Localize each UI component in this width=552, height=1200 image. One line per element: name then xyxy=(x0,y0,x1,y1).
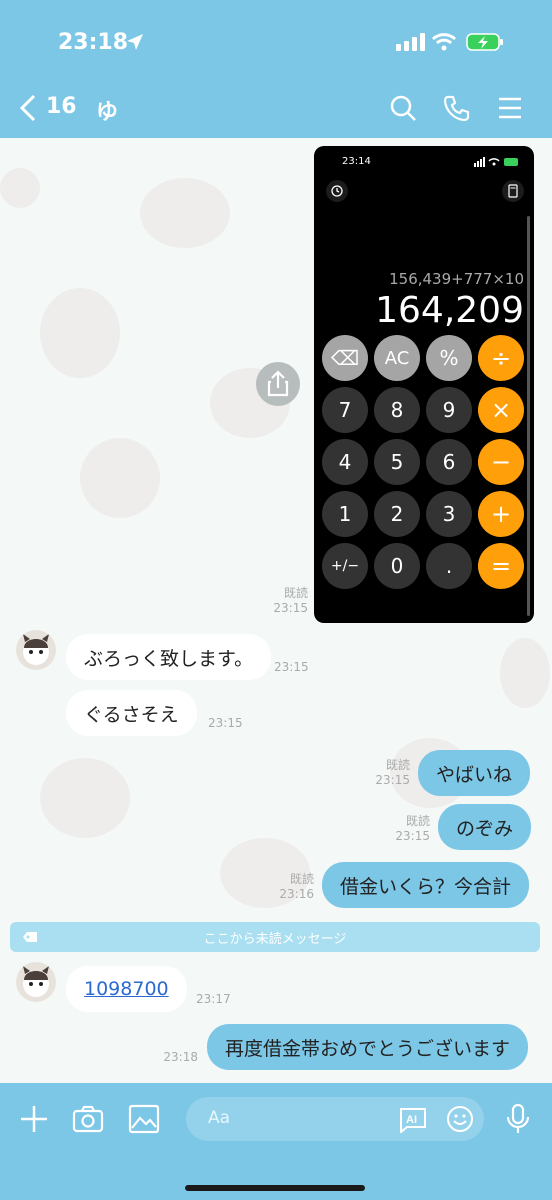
calc-status-icons xyxy=(474,157,518,167)
calc-key-5: 5 xyxy=(374,439,420,485)
calc-key-plus: + xyxy=(478,491,524,537)
unread-count[interactable]: 16 xyxy=(46,94,77,119)
search-icon[interactable] xyxy=(389,94,417,122)
history-icon xyxy=(326,180,348,202)
calc-key-plus-minus: +/− xyxy=(322,543,368,589)
calculator-icon xyxy=(502,180,524,202)
calc-read-status: 既読 23:15 xyxy=(273,586,308,615)
calculator-screenshot-image[interactable]: 23:14 156,439+777×10 164,209 ⌫ AC % ÷ 7 … xyxy=(314,146,534,623)
calc-key-divide: ÷ xyxy=(478,335,524,381)
back-chevron-icon[interactable] xyxy=(18,94,38,122)
message-text: ぐるさそえ xyxy=(84,703,179,726)
message-time: 23:18 xyxy=(163,1050,198,1064)
microphone-icon[interactable] xyxy=(502,1103,534,1135)
message-bubble-in[interactable]: ぶろっく致します。 xyxy=(66,634,272,680)
calc-key-1: 1 xyxy=(322,491,368,537)
avatar[interactable] xyxy=(16,630,56,670)
tag-icon xyxy=(23,932,37,942)
home-indicator[interactable] xyxy=(185,1185,365,1191)
message-input[interactable]: Aa AI xyxy=(186,1097,484,1141)
message-read-status: 既読 23:15 xyxy=(375,758,410,787)
calc-key-3: 3 xyxy=(426,491,472,537)
calc-key-ac: AC xyxy=(374,335,420,381)
message-text: 再度借金帯おめでとうございます xyxy=(225,1037,511,1060)
wifi-icon xyxy=(432,33,456,51)
calc-key-9: 9 xyxy=(426,387,472,433)
location-arrow-icon xyxy=(127,34,143,50)
svg-text:AI: AI xyxy=(406,1114,417,1126)
message-bubble-out[interactable]: 再度借金帯おめでとうございます xyxy=(207,1024,529,1070)
calc-key-6: 6 xyxy=(426,439,472,485)
message-bubble-in[interactable]: ぐるさそえ xyxy=(66,690,197,736)
calc-key-2: 2 xyxy=(374,491,420,537)
unread-divider-label: ここから未読メッセージ xyxy=(203,931,347,947)
battery-charging-icon xyxy=(466,33,503,51)
calc-key-backspace: ⌫ xyxy=(322,335,368,381)
message-text: やばいね xyxy=(436,763,513,786)
cellular-signal-icon xyxy=(396,33,425,51)
calc-expression: 156,439+777×10 xyxy=(389,270,524,288)
emoji-icon[interactable] xyxy=(446,1105,474,1133)
share-icon xyxy=(267,370,289,397)
message-bubble-in[interactable]: 1098700 xyxy=(66,966,187,1012)
message-text: のぞみ xyxy=(456,817,514,840)
phone-number-link[interactable]: 1098700 xyxy=(84,978,169,1000)
message-bubble-out[interactable]: 借金いくら？今合計 xyxy=(322,862,530,908)
calc-key-8: 8 xyxy=(374,387,420,433)
message-time: 23:15 xyxy=(274,660,309,674)
message-composer: Aa AI xyxy=(0,1083,552,1200)
chat-header: 16 ゆ xyxy=(0,80,552,138)
message-input-placeholder: Aa xyxy=(208,1108,231,1128)
calc-status-time: 23:14 xyxy=(342,156,371,167)
calc-key-7: 7 xyxy=(322,387,368,433)
image-icon[interactable] xyxy=(128,1103,160,1135)
calc-result: 164,209 xyxy=(375,290,524,331)
status-time: 23:18 xyxy=(58,30,129,55)
calc-key-equals: = xyxy=(478,543,524,589)
calc-key-4: 4 xyxy=(322,439,368,485)
message-text: ぶろっく致します。 xyxy=(84,647,254,670)
camera-icon[interactable] xyxy=(72,1103,104,1135)
phone-icon[interactable] xyxy=(443,94,471,122)
calc-key-percent: % xyxy=(426,335,472,381)
message-bubble-out[interactable]: やばいね xyxy=(418,750,531,796)
contact-name: ゆ xyxy=(96,100,119,125)
avatar[interactable] xyxy=(16,962,56,1002)
ai-icon[interactable]: AI xyxy=(398,1105,428,1133)
calc-key-decimal: . xyxy=(426,543,472,589)
message-bubble-out[interactable]: のぞみ xyxy=(438,804,532,850)
message-read-status: 既読 23:16 xyxy=(279,872,314,901)
message-text: 借金いくら？今合計 xyxy=(340,875,512,898)
calc-scrollbar xyxy=(527,216,530,616)
chat-area[interactable]: 23:14 156,439+777×10 164,209 ⌫ AC % ÷ 7 … xyxy=(0,138,552,1083)
calc-key-multiply: × xyxy=(478,387,524,433)
message-time: 23:15 xyxy=(208,716,243,730)
calc-key-0: 0 xyxy=(374,543,420,589)
message-time: 23:17 xyxy=(196,992,231,1006)
share-button[interactable] xyxy=(256,362,300,406)
unread-divider: ここから未読メッセージ xyxy=(10,922,540,952)
plus-icon[interactable] xyxy=(18,1103,50,1135)
message-read-status: 既読 23:15 xyxy=(395,814,430,843)
calc-key-minus: − xyxy=(478,439,524,485)
menu-icon[interactable] xyxy=(496,94,524,122)
status-bar: 23:18 xyxy=(0,0,552,80)
